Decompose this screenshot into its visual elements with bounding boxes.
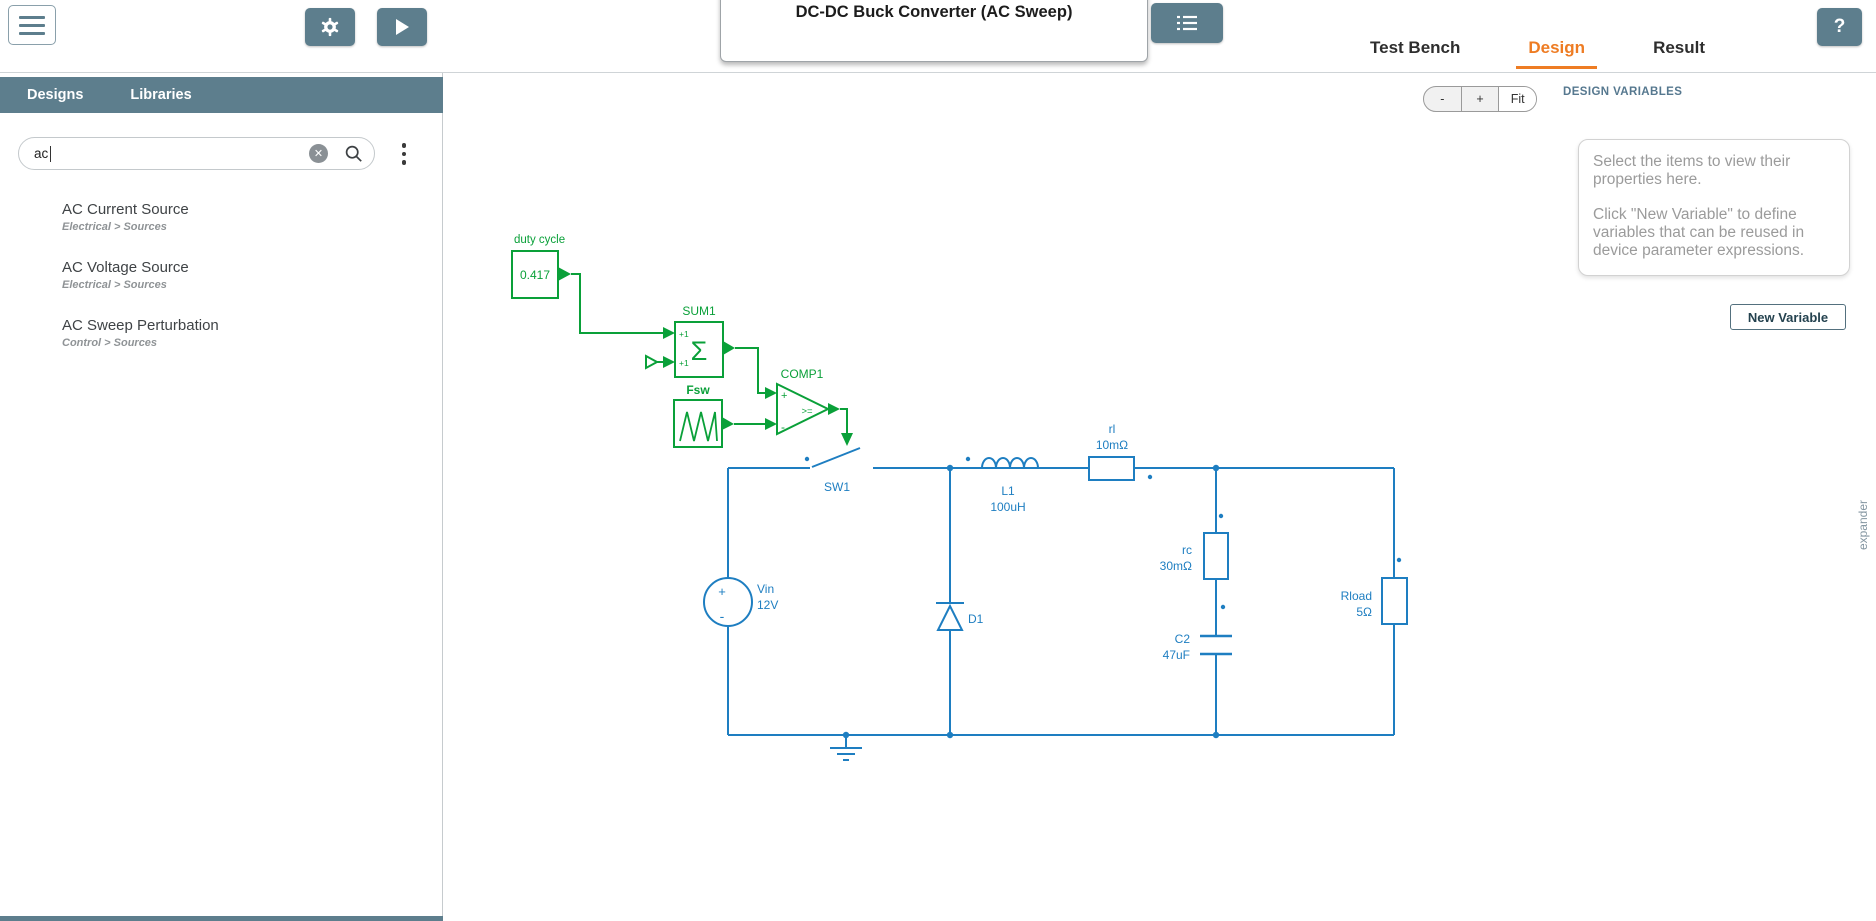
info-text-2: Click "New Variable" to define variables…	[1593, 205, 1805, 260]
comp1-plus: +	[781, 390, 787, 402]
clear-search-button[interactable]: ✕	[309, 144, 328, 163]
question-mark-icon: ?	[1833, 16, 1846, 37]
list-view-button[interactable]	[1151, 3, 1223, 43]
list-item[interactable]: AC Voltage Source Electrical > Sources	[62, 259, 219, 291]
design-title-box[interactable]: DC-DC Buck Converter (AC Sweep)	[720, 0, 1148, 62]
switch-blade[interactable]	[811, 447, 861, 468]
list-item[interactable]: AC Current Source Electrical > Sources	[62, 201, 219, 233]
search-icon[interactable]	[344, 144, 364, 164]
rl-value: 10mΩ	[1096, 438, 1128, 452]
schematic-canvas[interactable]: duty cycle 0.417 SUM1 Σ +1 +1 COMP1 + - …	[443, 73, 1876, 921]
diode-d1[interactable]	[936, 602, 964, 631]
sidebar-tab-designs[interactable]: Designs	[27, 87, 83, 103]
tab-design[interactable]: Design	[1516, 38, 1598, 69]
zoom-out-button[interactable]: -	[1424, 87, 1462, 111]
c2-label: C2	[1175, 632, 1191, 646]
tab-test-bench[interactable]: Test Bench	[1358, 38, 1472, 69]
c2-value: 47uF	[1163, 648, 1190, 662]
zoom-fit-button[interactable]: Fit	[1499, 87, 1536, 111]
zoom-controls: - + Fit	[1423, 86, 1537, 112]
library-sidebar: Designs Libraries ac ✕ AC Current Source…	[0, 73, 443, 921]
list-item[interactable]: AC Sweep Perturbation Control > Sources	[62, 317, 219, 349]
new-variable-button[interactable]: New Variable	[1730, 304, 1846, 330]
component-name: AC Current Source	[62, 201, 189, 218]
search-value: ac	[34, 146, 49, 161]
resistor-rload[interactable]	[1381, 577, 1408, 625]
vin-label: Vin	[757, 582, 774, 596]
wire[interactable]	[571, 273, 663, 334]
component-name: AC Sweep Perturbation	[62, 317, 219, 334]
comp1-label: COMP1	[781, 367, 824, 381]
rload-label: Rload	[1341, 589, 1372, 603]
resistor-rl[interactable]	[1088, 456, 1135, 481]
l1-value: 100uH	[990, 500, 1025, 514]
wire[interactable]	[735, 347, 765, 394]
sw1-label: SW1	[824, 480, 850, 494]
design-variables-heading: DESIGN VARIABLES	[1563, 86, 1683, 98]
wire[interactable]	[840, 408, 848, 433]
voltage-source-vin[interactable]	[703, 577, 753, 627]
zoom-in-button[interactable]: +	[1462, 87, 1500, 111]
rload-value: 5Ω	[1356, 605, 1372, 619]
fsw-label: Fsw	[686, 383, 710, 397]
component-category: Control > Sources	[62, 337, 158, 349]
top-toolbar: DC-DC Buck Converter (AC Sweep) Test Ben…	[0, 0, 1876, 73]
inductor-l1[interactable]	[981, 457, 1039, 469]
rc-value: 30mΩ	[1160, 559, 1192, 573]
l1-label: L1	[1001, 484, 1015, 498]
design-variables-info-box: Select the items to view their propertie…	[1578, 139, 1850, 277]
duty-cycle-label: duty cycle	[514, 234, 565, 246]
junction-dots	[804, 456, 1402, 739]
settings-button[interactable]	[305, 8, 355, 46]
sum1-gain-in1: +1	[679, 329, 689, 339]
view-tabs: Test Bench Design Result	[1358, 38, 1717, 69]
duty-cycle-value: 0.417	[520, 268, 550, 282]
vin-minus-sign: -	[720, 608, 725, 624]
rc-label: rc	[1182, 543, 1192, 557]
design-title: DC-DC Buck Converter (AC Sweep)	[795, 3, 1073, 21]
search-options-menu-button[interactable]	[396, 139, 412, 169]
library-search-input[interactable]: ac ✕	[18, 137, 375, 170]
sum1-gain-in2: +1	[679, 358, 689, 368]
ground-symbol[interactable]	[830, 735, 862, 761]
search-results-list: AC Current Source Electrical > Sources A…	[62, 201, 219, 375]
run-simulation-button[interactable]	[377, 8, 427, 46]
resistor-rc[interactable]	[1203, 532, 1229, 580]
component-category: Electrical > Sources	[62, 279, 167, 291]
rl-label: rl	[1109, 422, 1116, 436]
vin-plus-sign: +	[718, 584, 726, 599]
d1-label: D1	[968, 612, 984, 626]
help-button[interactable]: ?	[1817, 8, 1862, 46]
text-cursor	[50, 145, 52, 162]
capacitor-c2[interactable]	[1200, 634, 1232, 656]
sum1-label: SUM1	[682, 304, 716, 318]
play-icon	[395, 19, 409, 35]
tab-result[interactable]: Result	[1641, 38, 1717, 69]
sidebar-tab-libraries[interactable]: Libraries	[130, 87, 191, 103]
comp1-minus: -	[781, 420, 785, 434]
hamburger-menu-button[interactable]	[8, 5, 56, 45]
info-text-1: Select the items to view their propertie…	[1593, 153, 1791, 189]
sum-input-stub[interactable]	[645, 354, 675, 370]
component-name: AC Voltage Source	[62, 259, 189, 276]
gear-icon	[321, 17, 339, 37]
comp1-operator: >=	[801, 406, 813, 417]
vin-value: 12V	[757, 598, 778, 612]
sidebar-bottom-strip	[0, 916, 443, 921]
triangle-wave-block-fsw[interactable]	[673, 399, 734, 448]
sigma-icon: Σ	[691, 336, 708, 366]
list-icon	[1177, 15, 1197, 31]
component-category: Electrical > Sources	[62, 221, 167, 233]
sidebar-tab-bar: Designs Libraries	[0, 77, 443, 113]
panel-expander-handle[interactable]: expander	[1856, 500, 1870, 550]
